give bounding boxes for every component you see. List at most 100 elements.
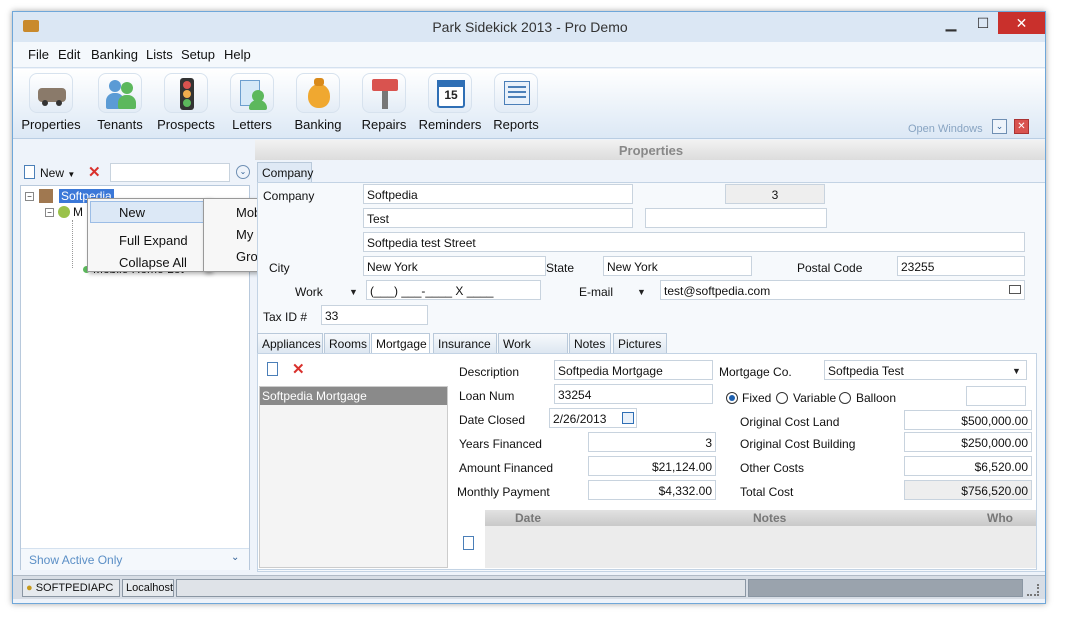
city-field[interactable]: New York [363,256,546,276]
tab-insurance[interactable]: Insurance [433,333,497,353]
tab-notes[interactable]: Notes [569,333,611,353]
balloon-radio[interactable] [839,392,851,404]
double-chevron-down-icon[interactable]: ⌄ [231,552,239,563]
email-type-label[interactable]: E-mail [579,285,613,299]
postal-code-field[interactable]: 23255 [897,256,1025,276]
state-field[interactable]: New York [603,256,752,276]
maximize-button[interactable]: ☐ [969,12,997,34]
menu-edit[interactable]: Edit [58,47,80,62]
variable-label[interactable]: Variable [793,391,836,405]
chevron-down-icon[interactable]: ▼ [1012,366,1021,376]
context-menu-collapse-all[interactable]: Collapse All [119,255,187,270]
menu-file[interactable]: File [28,47,49,62]
notes-col-date[interactable]: Date [515,511,541,525]
context-menu-new-highlight [90,201,208,223]
tree-child-item[interactable]: M [73,205,83,219]
context-menu-new[interactable]: New [119,205,145,220]
minimize-button[interactable]: ▁ [937,12,965,34]
other-costs-field[interactable]: $6,520.00 [904,456,1032,476]
date-closed-label: Date Closed [459,413,526,427]
tree-expander[interactable]: − [45,208,54,217]
expand-filter-button[interactable]: ⌄ [236,165,250,179]
delete-mortgage-button[interactable]: ✕ [292,360,305,378]
prospects-icon [164,73,208,113]
menu-lists[interactable]: Lists [146,47,173,62]
menu-banking[interactable]: Banking [91,47,138,62]
add-note-button[interactable] [463,536,474,550]
description-field[interactable]: Softpedia Mortgage [554,360,713,380]
computer-status: ● SOFTPEDIAPC [22,579,120,597]
orig-cost-land-label: Original Cost Land [740,415,840,429]
monthly-payment-field[interactable]: $4,332.00 [588,480,716,500]
toolbar-label: Properties [21,117,81,132]
menu-setup[interactable]: Setup [181,47,215,62]
calendar-icon[interactable] [622,412,634,424]
city-label: City [269,261,290,275]
reports-icon [494,73,538,113]
building-icon [39,189,53,203]
phone-type-caret-icon[interactable]: ▼ [349,287,358,297]
add-mortgage-button[interactable] [267,362,278,376]
resize-grip-icon[interactable] [1027,584,1039,596]
mortgage-list-item[interactable]: Softpedia Mortgage [260,387,447,405]
toolbar-banking-button[interactable]: Banking [283,73,353,135]
toolbar-reports-button[interactable]: Reports [481,73,551,135]
tree-expander[interactable]: − [25,192,34,201]
orig-cost-land-field[interactable]: $500,000.00 [904,410,1032,430]
tab-mortgage[interactable]: Mortgage [371,333,430,353]
progress-bar [748,579,1023,597]
toolbar-properties-button[interactable]: Properties [16,73,86,135]
email-field[interactable]: test@softpedia.com [660,280,1025,300]
years-financed-label: Years Financed [459,437,542,451]
phone-type-label[interactable]: Work [295,285,323,299]
variable-radio[interactable] [776,392,788,404]
postal-code-label: Postal Code [797,261,863,275]
show-active-only-link[interactable]: Show Active Only [29,553,122,567]
tax-id-field[interactable]: 33 [321,305,428,325]
mortgage-list [259,386,448,568]
state-label: State [546,261,575,275]
company-name-field[interactable]: Softpedia [363,184,633,204]
mortgage-co-select[interactable]: Softpedia Test [824,360,1027,380]
delete-button[interactable]: ✕ [88,163,101,181]
left-toolbar: New ▼ ✕ ⌄ [20,161,250,185]
years-financed-field[interactable]: 3 [588,432,716,452]
toolbar-letters-button[interactable]: Letters [217,73,287,135]
tab-pictures[interactable]: Pictures [613,333,667,353]
loan-num-field[interactable]: 33254 [554,384,713,404]
tab-company[interactable]: Company [257,162,313,182]
double-chevron-down-icon: ⌄ [995,121,1004,131]
fixed-radio[interactable] [726,392,738,404]
computer-name: SOFTPEDIAPC [35,582,114,594]
street-field[interactable]: Softpedia test Street [363,232,1025,252]
company-extra-field[interactable] [645,208,827,228]
notes-col-who[interactable]: Who [987,511,1013,525]
context-menu-full-expand[interactable]: Full Expand [119,233,188,248]
toolbar-label: Reports [493,117,539,132]
balloon-label[interactable]: Balloon [856,391,896,405]
amount-financed-field[interactable]: $21,124.00 [588,456,716,476]
tab-appliances[interactable]: Appliances [257,333,323,353]
email-send-icon[interactable] [1009,285,1021,294]
show-active-bar: Show Active Only ⌄ [21,548,249,570]
fixed-label[interactable]: Fixed [742,391,771,405]
new-dropdown-button[interactable]: New ▼ [40,166,75,180]
company-name2-field[interactable]: Test [363,208,633,228]
phone-field[interactable]: (___) ___-____ X ____ [366,280,541,300]
toolbar-reminders-button[interactable]: 15 Reminders [415,73,485,135]
collapse-windows-button[interactable]: ⌄ [992,119,1007,134]
tab-rooms[interactable]: Rooms [324,333,370,353]
close-windows-button[interactable]: ✕ [1014,119,1029,134]
close-button[interactable]: ✕ [998,12,1045,34]
filter-input[interactable] [110,163,230,182]
tab-work-order[interactable]: Work Order [498,333,568,365]
balloon-field[interactable] [966,386,1026,406]
notes-grid-body [485,526,1036,568]
toolbar-tenants-button[interactable]: Tenants [85,73,155,135]
notes-col-notes[interactable]: Notes [753,511,786,525]
toolbar-repairs-button[interactable]: Repairs [349,73,419,135]
orig-cost-building-field[interactable]: $250,000.00 [904,432,1032,452]
menu-help[interactable]: Help [224,47,251,62]
toolbar-prospects-button[interactable]: Prospects [151,73,221,135]
email-type-caret-icon[interactable]: ▼ [637,287,646,297]
